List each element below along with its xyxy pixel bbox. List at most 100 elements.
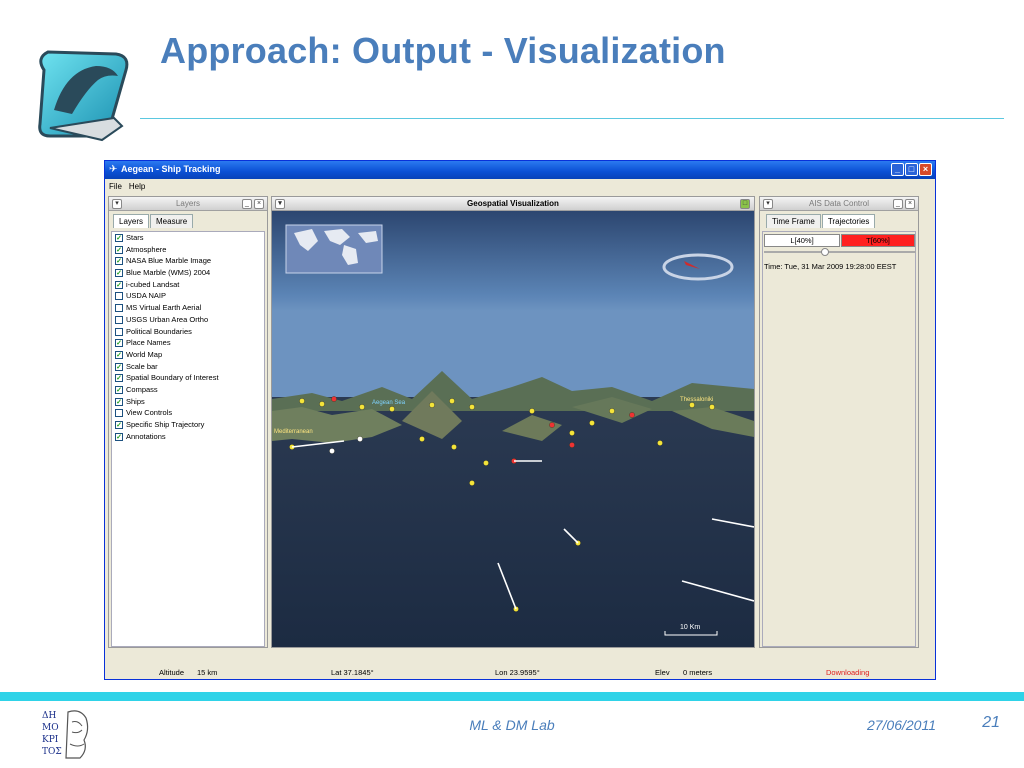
panel-minimize-icon[interactable]: _	[893, 199, 903, 209]
layer-item[interactable]: MS Virtual Earth Aerial	[112, 302, 264, 314]
layer-item[interactable]: View Controls	[112, 407, 264, 419]
close-icon[interactable]: ×	[919, 163, 932, 176]
ship-marker-icon[interactable]	[569, 430, 575, 436]
checkbox-icon[interactable]	[115, 315, 123, 324]
panel-close-icon[interactable]: ×	[905, 199, 915, 209]
time-slider-knob[interactable]	[821, 248, 829, 256]
ais-panel: ▾ AIS Data Control _ × Time Frame Traject…	[759, 196, 919, 648]
checkbox-checked-icon[interactable]: ✓	[115, 339, 123, 348]
ship-marker-icon[interactable]	[529, 408, 535, 414]
ship-marker-icon[interactable]	[299, 398, 305, 404]
tab-time-frame[interactable]: Time Frame	[766, 214, 821, 228]
ship-marker-icon[interactable]	[329, 448, 335, 454]
ship-marker-icon[interactable]	[319, 401, 325, 407]
checkbox-checked-icon[interactable]: ✓	[115, 257, 123, 266]
checkbox-checked-icon[interactable]: ✓	[115, 269, 123, 278]
layer-item[interactable]: ✓ Compass	[112, 384, 264, 396]
ship-marker-icon[interactable]	[359, 404, 365, 410]
map-panel-header: ▾ Geospatial Visualization □	[272, 197, 754, 211]
checkbox-checked-icon[interactable]: ✓	[115, 234, 123, 242]
ship-marker-icon[interactable]	[389, 406, 395, 412]
ship-marker-icon[interactable]	[483, 460, 489, 466]
checkbox-checked-icon[interactable]: ✓	[115, 280, 123, 289]
checkbox-checked-icon[interactable]: ✓	[115, 245, 123, 254]
checkbox-checked-icon[interactable]: ✓	[115, 350, 123, 359]
ship-marker-icon[interactable]	[449, 398, 455, 404]
ship-marker-icon[interactable]	[589, 420, 595, 426]
ship-marker-icon[interactable]	[549, 422, 555, 428]
layer-item[interactable]: ✓ Atmosphere	[112, 244, 264, 256]
checkbox-icon[interactable]	[115, 292, 123, 301]
layer-label: Spatial Boundary of Interest	[126, 373, 219, 383]
layer-label: Annotations	[126, 431, 166, 441]
layer-item[interactable]: USGS Urban Area Ortho	[112, 314, 264, 326]
minimize-icon[interactable]: _	[891, 163, 904, 176]
window-titlebar[interactable]: ✈ Aegean - Ship Tracking _ □ ×	[105, 161, 935, 179]
checkbox-icon[interactable]	[115, 327, 123, 336]
menu-file[interactable]: File	[105, 180, 125, 191]
place-label: Thessaloniki	[680, 397, 713, 403]
tab-trajectories[interactable]: Trajectories	[821, 214, 876, 228]
layer-item[interactable]: ✓ Ships	[112, 396, 264, 408]
status-bar: Altitude 15 km Lat 37.1845° Lon 23.9595°…	[105, 666, 935, 679]
download-status: Downloading	[826, 668, 870, 677]
layer-item[interactable]: ✓ i-cubed Landsat	[112, 279, 264, 291]
panel-menu-icon[interactable]: ▾	[275, 199, 285, 209]
ship-marker-icon[interactable]	[419, 436, 425, 442]
window-title: Aegean - Ship Tracking	[121, 164, 221, 174]
ship-marker-icon[interactable]	[469, 404, 475, 410]
geospatial-map[interactable]: Aegean Sea Thessaloniki Mediterranean 10…	[272, 211, 754, 647]
tab-layers[interactable]: Layers	[113, 214, 150, 228]
l-percentage-button[interactable]: L[40%]	[764, 234, 840, 247]
layer-item[interactable]: Political Boundaries	[112, 326, 264, 338]
ship-marker-icon[interactable]	[709, 404, 715, 410]
layer-item[interactable]: ✓ NASA Blue Marble Image	[112, 255, 264, 267]
maximize-icon[interactable]: □	[905, 163, 918, 176]
tab-measure[interactable]: Measure	[150, 214, 194, 228]
place-label: Aegean Sea	[372, 400, 406, 406]
time-slider-track[interactable]	[764, 251, 916, 253]
layer-item[interactable]: ✓ Stars	[112, 232, 264, 244]
elevation-label: Elev	[655, 668, 670, 677]
layer-label: View Controls	[126, 408, 173, 418]
layer-item[interactable]: ✓ Place Names	[112, 337, 264, 349]
dolphin-logo-icon	[38, 50, 129, 142]
panel-restore-icon[interactable]: □	[740, 199, 750, 209]
ship-marker-icon[interactable]	[451, 444, 457, 450]
menu-help[interactable]: Help	[125, 180, 148, 191]
checkbox-checked-icon[interactable]: ✓	[115, 421, 123, 429]
layer-item[interactable]: ✓ Blue Marble (WMS) 2004	[112, 267, 264, 279]
ship-marker-icon[interactable]	[629, 412, 635, 418]
checkbox-icon[interactable]	[115, 304, 123, 313]
checkbox-checked-icon[interactable]: ✓	[115, 362, 123, 371]
ship-marker-icon[interactable]	[469, 480, 475, 486]
longitude-readout: Lon 23.9595°	[495, 668, 540, 677]
checkbox-icon[interactable]	[115, 409, 123, 418]
panel-close-icon[interactable]: ×	[254, 199, 264, 209]
ship-marker-icon[interactable]	[609, 408, 615, 414]
ship-marker-icon[interactable]	[569, 442, 575, 448]
checkbox-checked-icon[interactable]: ✓	[115, 385, 123, 394]
layer-item[interactable]: ✓ World Map	[112, 349, 264, 361]
ship-marker-icon[interactable]	[331, 396, 337, 402]
layer-label: Stars	[126, 233, 144, 242]
ship-marker-icon[interactable]	[357, 436, 363, 442]
panel-menu-icon[interactable]: ▾	[763, 199, 773, 209]
layer-label: MS Virtual Earth Aerial	[126, 303, 202, 313]
layer-item[interactable]: ✓ Scale bar	[112, 361, 264, 373]
layer-item[interactable]: USDA NAIP	[112, 290, 264, 302]
layer-item[interactable]: ✓ Spatial Boundary of Interest	[112, 372, 264, 384]
panel-minimize-icon[interactable]: _	[242, 199, 252, 209]
ship-marker-icon[interactable]	[429, 402, 435, 408]
checkbox-checked-icon[interactable]: ✓	[115, 432, 123, 441]
layer-item[interactable]: ✓ Annotations	[112, 431, 264, 443]
ship-marker-icon[interactable]	[657, 440, 663, 446]
layer-item[interactable]: ✓ Specific Ship Trajectory	[112, 419, 264, 431]
checkbox-checked-icon[interactable]: ✓	[115, 374, 123, 383]
panel-menu-icon[interactable]: ▾	[112, 199, 122, 209]
ship-marker-icon[interactable]	[689, 402, 695, 408]
t-percentage-button[interactable]: T[60%]	[841, 234, 915, 247]
slide-title: Approach: Output - Visualization	[160, 30, 726, 71]
checkbox-checked-icon[interactable]: ✓	[115, 397, 123, 406]
footer-date: 27/06/2011	[866, 717, 936, 733]
